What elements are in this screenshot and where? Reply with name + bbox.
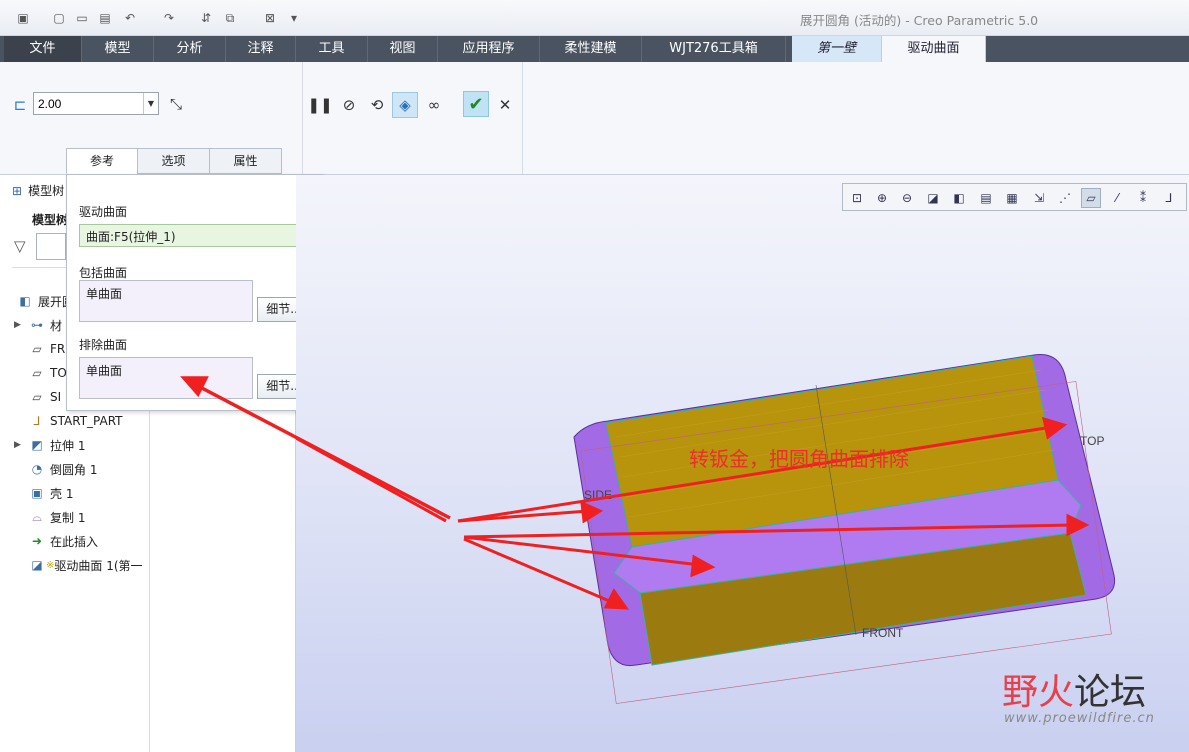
model-tree-header[interactable]: ⊞ 模型树 xyxy=(12,182,64,199)
subtab-references[interactable]: 参考 xyxy=(66,148,138,174)
model-tree-icon: ⊞ xyxy=(12,183,23,198)
model-tree-subheader: 模型树 xyxy=(32,213,69,227)
new-icon[interactable]: ▢ xyxy=(50,9,68,27)
csys-icon: ⅃ xyxy=(33,414,41,428)
material-icon: ⊶ xyxy=(31,318,43,332)
customize-quick-access-icon[interactable]: ▾ xyxy=(285,9,303,27)
tree-item-extrude[interactable]: ▶ ◩ 拉伸 1 xyxy=(14,435,85,455)
tree-item-material[interactable]: ▶ ⊶ 材 xyxy=(14,315,62,335)
tree-item-drive-surface[interactable]: ◪ ※ 驱动曲面 1(第一 xyxy=(14,555,142,575)
tree-item-round[interactable]: ◔ 倒圆角 1 xyxy=(14,459,98,479)
tab-annotate[interactable]: 注释 xyxy=(226,36,296,62)
drive-surface-label: 驱动曲面 xyxy=(79,205,128,219)
tree-item-insert-here[interactable]: ➜ 在此插入 xyxy=(14,531,98,551)
window-title: 展开圆角 (活动的) - Creo Parametric 5.0 xyxy=(800,13,1039,28)
save-icon[interactable]: ▤ xyxy=(96,9,114,27)
subtab-options[interactable]: 选项 xyxy=(137,148,210,174)
graphics-window[interactable]: ⊡ ⊕ ⊖ ◪ ◧ ▤ ▦ ⇲ ⋰ ▱ ⁄ ⁑ ⅃ TOP FRONT SIDE… xyxy=(296,175,1189,752)
glasses-preview-icon[interactable]: ∞ xyxy=(421,92,447,118)
flip-thickness-icon[interactable]: ⤡ xyxy=(163,91,189,117)
watermark-logo: 野火论坛 www.proewildfire.cn xyxy=(1002,663,1154,726)
tree-item-side-plane[interactable]: ▱ SI xyxy=(14,387,61,407)
preview-icon[interactable]: ⟲ xyxy=(364,92,390,118)
thickness-input[interactable] xyxy=(33,92,159,115)
open-icon[interactable]: ▭ xyxy=(73,9,91,27)
title-bar: ▣ ▢ ▭ ▤ ↶ ↷ ⇵ ⧉ ⊠ ▾ 展开圆角 (活动的) - Creo Pa… xyxy=(0,0,1189,36)
redo-icon[interactable]: ↷ xyxy=(160,9,178,27)
tab-tools[interactable]: 工具 xyxy=(296,36,368,62)
tab-analysis[interactable]: 分析 xyxy=(154,36,226,62)
plane-icon: ▱ xyxy=(32,366,42,380)
include-surfaces-collector[interactable]: 单曲面 xyxy=(79,280,253,322)
ribbon-tab-bar: 文件 模型 分析 注释 工具 视图 应用程序 柔性建模 WJT276工具箱 第一… xyxy=(0,36,1189,62)
filter-icon[interactable]: ▽ xyxy=(14,237,26,255)
insert-here-icon: ➜ xyxy=(31,534,43,548)
tab-model[interactable]: 模型 xyxy=(82,36,154,62)
ribbon-separator xyxy=(302,62,303,174)
include-surfaces-label: 包括曲面 xyxy=(79,266,128,280)
regenerate-icon[interactable]: ⇵ xyxy=(197,9,215,27)
tab-view[interactable]: 视图 xyxy=(368,36,438,62)
ribbon-separator xyxy=(522,62,523,174)
plane-icon: ▱ xyxy=(32,390,42,404)
tab-file[interactable]: 文件 xyxy=(4,36,82,62)
subtab-properties[interactable]: 属性 xyxy=(209,148,282,174)
tab-wjt276-toolbox[interactable]: WJT276工具箱 xyxy=(642,36,786,62)
references-panel: 驱动曲面 曲面:F5(拉伸_1) 包括曲面 单曲面 细节... 排除曲面 单曲面… xyxy=(66,174,323,411)
watermark-sub: 论坛 xyxy=(1074,672,1147,713)
thickness-icon: ⊏ xyxy=(13,96,27,114)
pause-icon[interactable]: ❚❚ xyxy=(307,92,333,118)
undo-icon[interactable]: ↶ xyxy=(121,9,139,27)
windows-icon[interactable]: ⧉ xyxy=(221,9,239,27)
datum-label-front: FRONT xyxy=(862,626,904,640)
extrude-icon: ◩ xyxy=(31,438,43,452)
plane-icon: ▱ xyxy=(32,342,42,356)
datum-label-top: TOP xyxy=(1080,434,1104,448)
tree-item-shell[interactable]: ▣ 壳 1 xyxy=(14,483,73,503)
tab-applications[interactable]: 应用程序 xyxy=(438,36,540,62)
expand-icon[interactable]: ▶ xyxy=(14,440,28,450)
tab-drive-surface[interactable]: 驱动曲面 xyxy=(882,36,986,62)
close-window-icon[interactable]: ⊠ xyxy=(261,9,279,27)
app-menu-icon[interactable]: ▣ xyxy=(14,9,32,27)
thickness-dropdown-icon[interactable]: ▼ xyxy=(143,93,158,114)
annotation-text: 转钣金，把圆角曲面排除 xyxy=(689,447,909,471)
tree-item-copy[interactable]: ⌓ 复制 1 xyxy=(14,507,85,527)
round-icon: ◔ xyxy=(31,462,43,476)
tree-search-input[interactable] xyxy=(36,233,66,260)
expand-icon[interactable]: ▶ xyxy=(14,320,28,330)
exclude-surfaces-collector[interactable]: 单曲面 xyxy=(79,357,253,399)
tree-item-start-part[interactable]: ⅃ START_PART xyxy=(14,411,123,431)
stop-icon[interactable]: ⊘ xyxy=(336,92,362,118)
tab-flexible-modeling[interactable]: 柔性建模 xyxy=(540,36,642,62)
watermark-main: 野火 xyxy=(1002,672,1075,713)
tree-item-part[interactable]: ◧ 展开圆 xyxy=(14,291,74,311)
part-icon: ◧ xyxy=(19,294,31,308)
drive-surface-icon: ◪ xyxy=(31,558,43,572)
tab-first-wall[interactable]: 第一壁 xyxy=(792,36,882,62)
drive-surface-collector[interactable]: 曲面:F5(拉伸_1) xyxy=(79,224,310,247)
exclude-surfaces-label: 排除曲面 xyxy=(79,338,128,352)
cancel-icon[interactable]: ✕ xyxy=(492,92,518,118)
tree-item-front-plane[interactable]: ▱ FR xyxy=(14,339,65,359)
copy-icon: ⌓ xyxy=(32,509,42,524)
ok-icon[interactable]: ✔ xyxy=(463,91,489,117)
watermark-url: www.proewildfire.cn xyxy=(1004,711,1155,726)
verify-icon[interactable]: ◈ xyxy=(392,92,418,118)
shell-icon: ▣ xyxy=(31,486,43,500)
tree-item-top-plane[interactable]: ▱ TO xyxy=(14,363,66,383)
